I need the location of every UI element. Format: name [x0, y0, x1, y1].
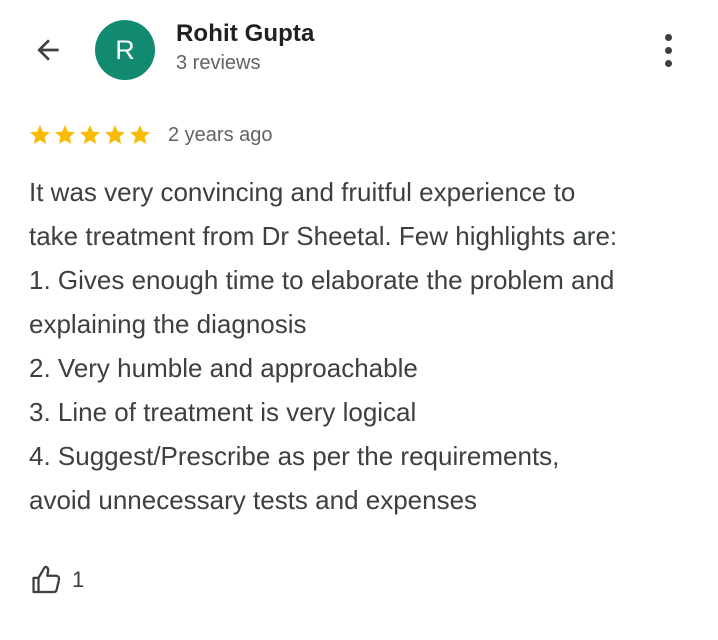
rating-row: 2 years ago	[28, 120, 273, 150]
thumbs-up-icon	[32, 565, 61, 594]
author-review-count: 3 reviews	[176, 52, 261, 74]
author-name[interactable]: Rohit Gupta	[176, 20, 314, 48]
review-text-line: 4. Suggest/Prescribe as per the requirem…	[29, 441, 560, 471]
like-button[interactable]: 1	[30, 562, 84, 598]
star-icon	[130, 125, 150, 144]
review-text-line: 3. Line of treatment is very logical	[29, 397, 417, 427]
more-options-button[interactable]	[650, 30, 686, 70]
review-text-line: It was very convincing and fruitful expe…	[29, 177, 576, 207]
more-vertical-icon	[664, 33, 672, 67]
review-text-line: explaining the diagnosis	[29, 309, 307, 339]
star-rating	[28, 123, 152, 147]
review-text: It was very convincing and fruitful expe…	[29, 170, 699, 522]
avatar-initial: R	[115, 34, 135, 65]
star-icon	[105, 125, 125, 144]
review-date: 2 years ago	[168, 123, 273, 146]
review-text-line: 2. Very humble and approachable	[29, 353, 418, 383]
review-text-line: avoid unnecessary tests and expenses	[29, 485, 478, 515]
review-header: R Rohit Gupta 3 reviews	[0, 0, 718, 100]
review-text-line: take treatment from Dr Sheetal. Few high…	[29, 221, 618, 251]
review-text-line: 1. Gives enough time to elaborate the pr…	[29, 265, 615, 295]
like-count: 1	[72, 567, 85, 592]
avatar[interactable]: R	[95, 20, 155, 80]
star-icon	[55, 125, 75, 144]
star-icon	[80, 125, 100, 144]
back-button[interactable]	[28, 30, 68, 70]
arrow-back-icon	[37, 39, 59, 61]
star-icon	[30, 125, 50, 144]
